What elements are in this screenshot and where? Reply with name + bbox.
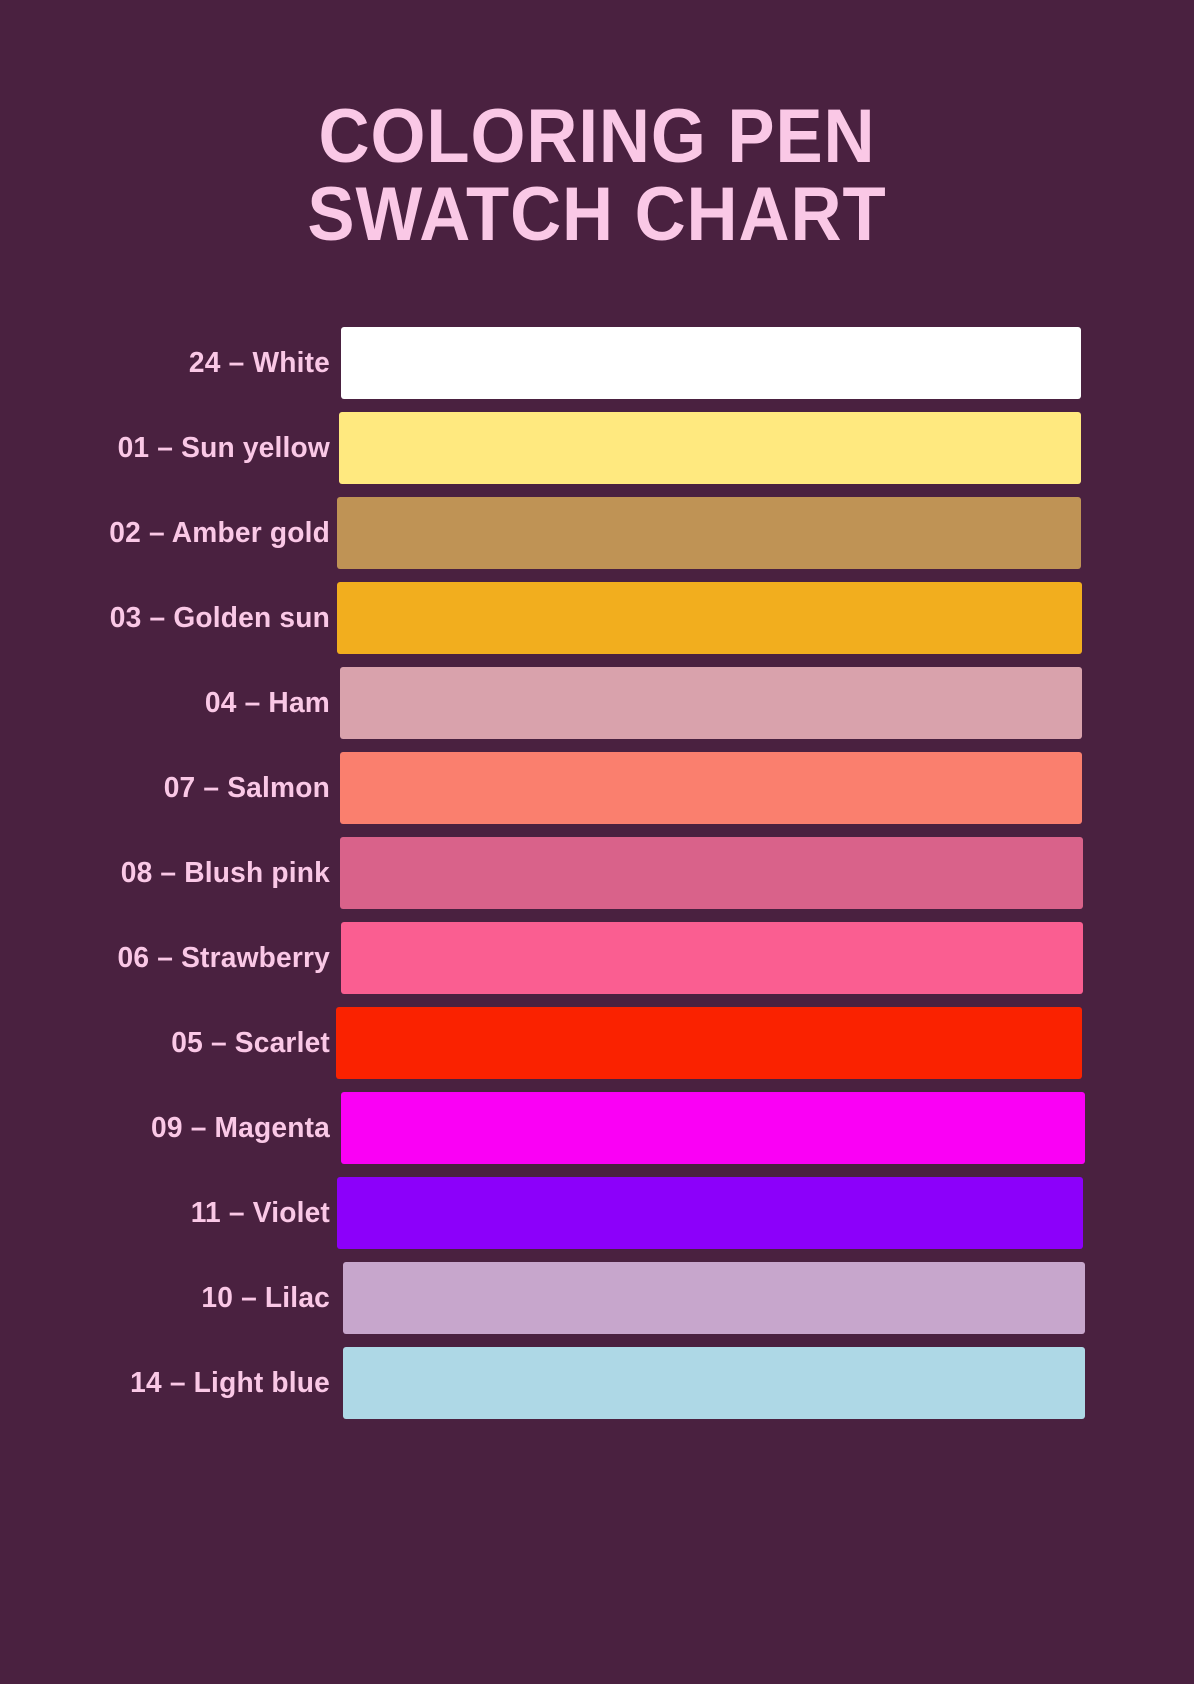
swatch-color-bar	[343, 1262, 1085, 1334]
swatch-label: 24 – White	[188, 346, 330, 379]
swatch-color-bar	[340, 752, 1082, 824]
page-title-line-1: Coloring Pen	[318, 94, 876, 179]
swatch-label: 01 – Sun yellow	[117, 431, 330, 464]
page-title: Coloring Pen Swatch Chart	[0, 98, 1194, 254]
swatch-chart-page: Coloring Pen Swatch Chart 24 – White 01 –…	[0, 0, 1194, 1684]
swatch-label: 06 – Strawberry	[117, 941, 330, 974]
swatch-list: 24 – White 01 – Sun yellow 02 – Amber gold…	[0, 320, 1194, 1425]
swatch-color-bar	[340, 837, 1083, 909]
swatch-label: 07 – Salmon	[163, 771, 330, 804]
swatch-row: 10 – Lilac	[0, 1255, 1194, 1340]
swatch-label: 08 – Blush pink	[120, 856, 330, 889]
swatch-color-bar	[337, 1177, 1083, 1249]
swatch-row: 03 – Golden sun	[0, 575, 1194, 660]
swatch-label: 02 – Amber gold	[109, 516, 330, 549]
swatch-row: 05 – Scarlet	[0, 1000, 1194, 1085]
swatch-row: 07 – Salmon	[0, 745, 1194, 830]
swatch-color-bar	[341, 327, 1081, 399]
page-title-line-2: Swatch Chart	[307, 172, 887, 257]
swatch-label: 11 – Violet	[190, 1196, 330, 1229]
swatch-row: 14 – Light blue	[0, 1340, 1194, 1425]
swatch-row: 04 – Ham	[0, 660, 1194, 745]
swatch-label: 04 – Ham	[204, 686, 330, 719]
swatch-color-bar	[336, 1007, 1082, 1079]
swatch-row: 24 – White	[0, 320, 1194, 405]
swatch-row: 01 – Sun yellow	[0, 405, 1194, 490]
swatch-row: 09 – Magenta	[0, 1085, 1194, 1170]
swatch-row: 08 – Blush pink	[0, 830, 1194, 915]
swatch-color-bar	[340, 667, 1082, 739]
swatch-color-bar	[341, 1092, 1085, 1164]
swatch-color-bar	[341, 922, 1083, 994]
swatch-row: 11 – Violet	[0, 1170, 1194, 1255]
swatch-label: 14 – Light blue	[130, 1366, 330, 1399]
swatch-label: 10 – Lilac	[201, 1281, 330, 1314]
swatch-row: 02 – Amber gold	[0, 490, 1194, 575]
swatch-label: 03 – Golden sun	[109, 601, 330, 634]
swatch-color-bar	[343, 1347, 1085, 1419]
swatch-row: 06 – Strawberry	[0, 915, 1194, 1000]
swatch-label: 09 – Magenta	[151, 1111, 330, 1144]
swatch-label: 05 – Scarlet	[171, 1026, 330, 1059]
swatch-color-bar	[337, 582, 1082, 654]
swatch-color-bar	[337, 497, 1081, 569]
swatch-color-bar	[339, 412, 1081, 484]
